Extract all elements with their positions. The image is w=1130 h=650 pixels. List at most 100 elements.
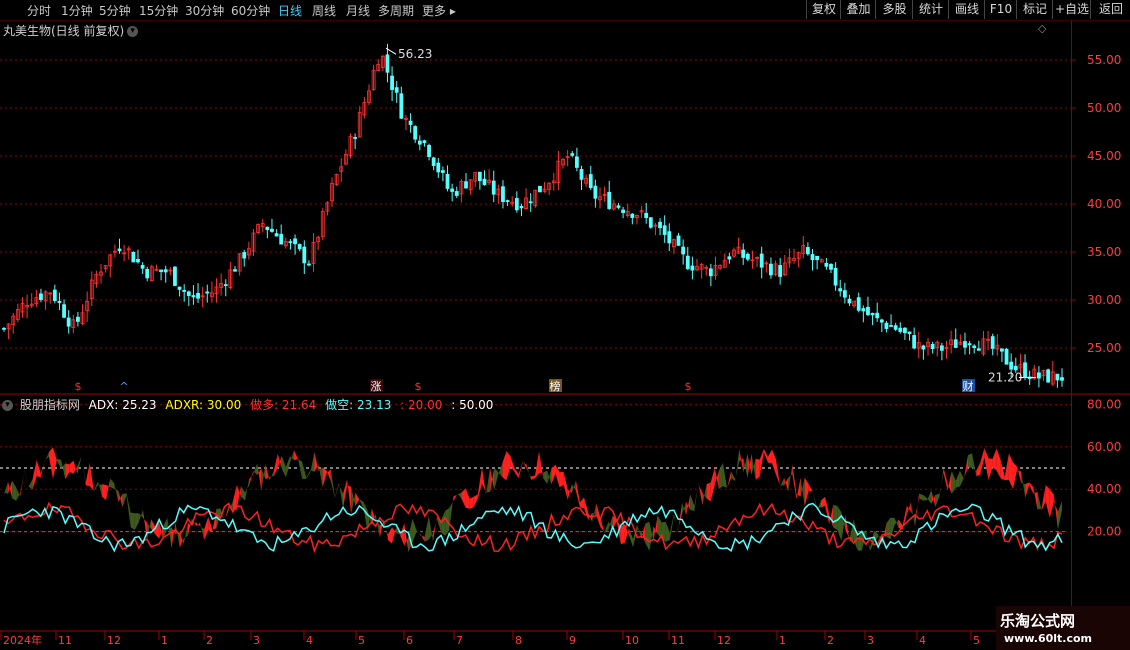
adx-band-segment [473,494,478,508]
adx-band-segment [1012,462,1018,489]
candle-body [912,335,917,349]
candle-body [875,312,880,319]
candle-body [163,269,168,273]
period-tab-1[interactable]: 1分钟 [61,2,93,19]
period-tab-3[interactable]: 15分钟 [139,2,178,19]
adx-band-segment [1049,489,1054,519]
adx-band-segment [65,463,70,480]
candle-body [297,244,302,250]
adx-band-segment [138,509,143,523]
adx-band-segment [387,527,393,544]
adx-band-segment [628,528,634,548]
adx-band-segment [927,490,932,504]
candle-body [903,327,907,334]
candle-body [307,263,311,266]
adx-band-segment [289,450,295,464]
adx-band-segment [894,517,899,528]
candle-body [907,331,912,335]
adx-band-segment [441,510,446,537]
side-tab-strip[interactable] [1116,22,1130,622]
chart-area: 55.0050.0045.0040.0035.0030.0025.0080.00… [0,43,1130,647]
adx-band-segment [755,458,760,480]
period-tab-4[interactable]: 30分钟 [185,2,224,19]
adx-band-segment [44,452,49,462]
adx-band-segment [367,508,372,532]
adx-band-segment [134,513,139,531]
candle-body [131,251,136,263]
candle-body [833,267,838,286]
adx-band-segment [767,449,772,464]
adx-band-segment [829,504,834,528]
toolbar-button-8[interactable]: 返回 [1090,0,1130,19]
candle-body [422,140,427,143]
short-line [3,502,1063,553]
adx-band-segment [269,471,274,481]
adx-band-segment [502,451,507,481]
adx-band-segment [81,456,86,486]
candle-body [390,75,394,90]
adx-band-segment [984,448,989,481]
period-tab-9[interactable]: 多周期 [378,2,414,19]
adx-band-segment [97,481,103,497]
adx-band-segment [281,455,286,478]
date-label: 2 [206,634,213,647]
adx-band-segment [490,467,495,493]
candle-body [464,181,468,189]
candle-body [870,312,875,316]
adx-band-segment [559,471,564,488]
toolbar-button-6[interactable]: 标记 [1016,0,1053,19]
adx-band-segment [1037,492,1042,511]
candle-body [302,246,307,264]
period-tab-2[interactable]: 5分钟 [99,2,131,19]
candle-body [408,120,413,125]
toolbar-button-1[interactable]: 叠加 [840,0,876,19]
adx-band-segment [653,515,658,542]
candle-body [454,191,459,196]
toolbar-button-2[interactable]: 多股 [875,0,913,19]
toolbar-button-5[interactable]: F10 [984,0,1017,19]
date-label: 12 [107,634,121,647]
adx-band-segment [224,504,229,522]
period-tab-8[interactable]: 月线 [346,2,370,19]
adx-band-segment [146,519,152,541]
period-tab-5[interactable]: 60分钟 [231,2,270,19]
adx-band-segment [551,464,556,485]
toolbar-button-0[interactable]: 复权 [806,0,841,19]
event-marker: 榜 [550,379,561,393]
candle-body [514,198,519,211]
adx-band-segment [784,477,789,492]
candle-body [538,185,542,193]
low-annotation: 21.20 [988,370,1022,384]
period-tab-10[interactable]: 更多 ▸ [422,2,456,19]
period-tab-7[interactable]: 周线 [312,2,336,19]
adx-band-segment [89,462,94,492]
date-label: 2 [827,634,834,647]
adx-band-segment [514,468,519,479]
toolbar-button-4[interactable]: 画线 [948,0,985,19]
candle-body [159,269,163,272]
candle-body [279,233,284,245]
adx-band-segment [780,477,785,487]
adx-band-segment [731,471,736,482]
toolbar-button-3[interactable]: 统计 [912,0,949,19]
adx-band-segment [265,464,270,481]
adx-band-segment [273,453,278,477]
adx-band-segment [355,492,360,507]
adx-band-segment [751,453,756,480]
toolbar-button-7[interactable]: +自选 [1052,0,1091,19]
adx-band-segment [706,482,711,502]
adx-band-segment [641,523,646,543]
adx-band-segment [32,459,37,490]
date-label: 10 [625,634,639,647]
adx-band-segment [935,493,940,507]
period-tab-0[interactable]: 分时 [27,2,51,19]
date-label: 11 [671,634,685,647]
period-tab-6[interactable]: 日线 [278,2,302,19]
adx-band-segment [428,515,433,542]
candle-body [842,290,847,298]
candle-body [644,212,649,218]
chevron-down-icon[interactable]: ▾ [2,400,13,411]
adx-band-segment [171,522,176,549]
adx-band-segment [1000,460,1005,481]
adx-band-segment [1008,453,1013,489]
